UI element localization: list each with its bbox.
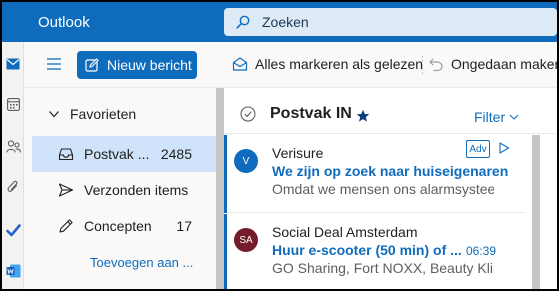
undo-button[interactable]: Ongedaan maken — [428, 56, 557, 72]
folder-count-drafts: 17 — [176, 218, 192, 234]
folder-item-drafts[interactable]: Concepten 17 — [32, 208, 216, 244]
folder-pane: Favorieten Postvak ... 2485 Verzonden it… — [24, 88, 216, 289]
folder-label-sent: Verzonden items — [84, 182, 189, 198]
mark-all-read-button[interactable]: Alles markeren als gelezen — [232, 56, 423, 72]
hamburger-menu-icon[interactable] — [46, 57, 62, 71]
undo-icon — [429, 58, 443, 72]
app-title: Outlook — [38, 14, 90, 31]
app-launcher[interactable] — [2, 2, 22, 42]
search-placeholder: Zoeken — [262, 14, 309, 30]
filter-button[interactable]: Filter — [474, 109, 519, 125]
command-bar: Nieuw bericht Alles markeren als gelezen… — [24, 42, 557, 88]
outlook-window: Outlook Zoeken Nieuw bericht Alles marke… — [2, 2, 557, 289]
search-icon — [236, 15, 250, 29]
scrollbar-thumb[interactable] — [532, 135, 540, 289]
send-icon — [58, 183, 74, 197]
mark-all-read-label: Alles markeren als gelezen — [255, 56, 424, 72]
folder-label-inbox: Postvak ... — [84, 146, 150, 162]
pencil-icon — [59, 219, 73, 233]
message-list-scrollbar[interactable] — [526, 135, 557, 289]
mail-icon — [6, 58, 20, 70]
undo-label: Ongedaan maken — [451, 56, 557, 72]
rail-word[interactable] — [2, 259, 24, 283]
folder-label-drafts: Concepten — [84, 218, 152, 234]
paperclip-icon — [7, 180, 18, 192]
folder-count-inbox: 2485 — [160, 146, 192, 162]
message-list: Postvak IN Filter V Verisure We zijn op … — [224, 88, 557, 289]
select-all-checkbox-icon[interactable] — [240, 106, 256, 122]
chevron-down-icon — [49, 111, 59, 118]
chevron-down-icon — [509, 114, 519, 120]
add-favorite-link[interactable]: Toevoegen aan ... — [90, 255, 193, 270]
filter-label: Filter — [474, 109, 506, 125]
inbox-icon — [58, 148, 74, 161]
checkmark-icon — [5, 223, 21, 236]
folder-item-inbox[interactable]: Postvak ... 2485 — [32, 136, 216, 172]
app-rail — [2, 42, 24, 289]
message-time: 06:39 — [466, 244, 497, 258]
avatar: V — [234, 149, 258, 173]
message-sender: Social Deal Amsterdam — [272, 224, 418, 240]
message-sender: Verisure — [272, 145, 324, 161]
adchoices-icon[interactable] — [498, 142, 510, 154]
top-bar: Outlook Zoeken — [2, 2, 557, 42]
unread-indicator — [224, 214, 227, 289]
search-box[interactable]: Zoeken — [224, 8, 557, 36]
avatar: SA — [234, 228, 258, 252]
word-icon — [6, 264, 20, 278]
message-subject: Huur e-scooter (50 min) of ... — [272, 242, 462, 258]
folder-pane-scrollbar[interactable] — [216, 88, 224, 289]
new-message-label: Nieuw bericht — [107, 57, 192, 73]
unread-indicator — [224, 135, 227, 213]
calendar-icon — [6, 97, 20, 111]
message-list-title: Postvak IN — [270, 105, 352, 122]
toolbar-divider — [422, 56, 423, 74]
ad-badge: Adv — [466, 140, 490, 158]
favorites-header[interactable]: Favorieten — [48, 106, 136, 122]
rail-people[interactable] — [2, 134, 24, 158]
message-item[interactable]: SA Social Deal Amsterdam Huur e-scooter … — [224, 214, 526, 289]
message-subject: We zijn op zoek naar huiseigenaren — [272, 163, 509, 179]
message-item[interactable]: V Verisure We zijn op zoek naar huiseige… — [224, 135, 526, 213]
rail-calendar[interactable] — [2, 92, 24, 116]
message-list-header: Postvak IN Filter — [224, 88, 557, 134]
message-preview: GO Sharing, Fort NOXX, Beauty Kliniek... — [272, 260, 494, 276]
message-preview: Omdat we mensen ons alarmsysteem... — [272, 181, 494, 197]
people-icon — [5, 139, 21, 153]
rail-files[interactable] — [2, 175, 24, 199]
envelope-open-icon — [232, 57, 248, 71]
folder-item-sent[interactable]: Verzonden items — [32, 172, 216, 208]
compose-icon — [85, 58, 99, 72]
favorites-label: Favorieten — [70, 106, 137, 122]
new-message-button[interactable]: Nieuw bericht — [77, 51, 197, 79]
star-icon[interactable] — [356, 109, 370, 123]
rail-todo[interactable] — [2, 218, 24, 242]
rail-mail[interactable] — [2, 52, 24, 76]
